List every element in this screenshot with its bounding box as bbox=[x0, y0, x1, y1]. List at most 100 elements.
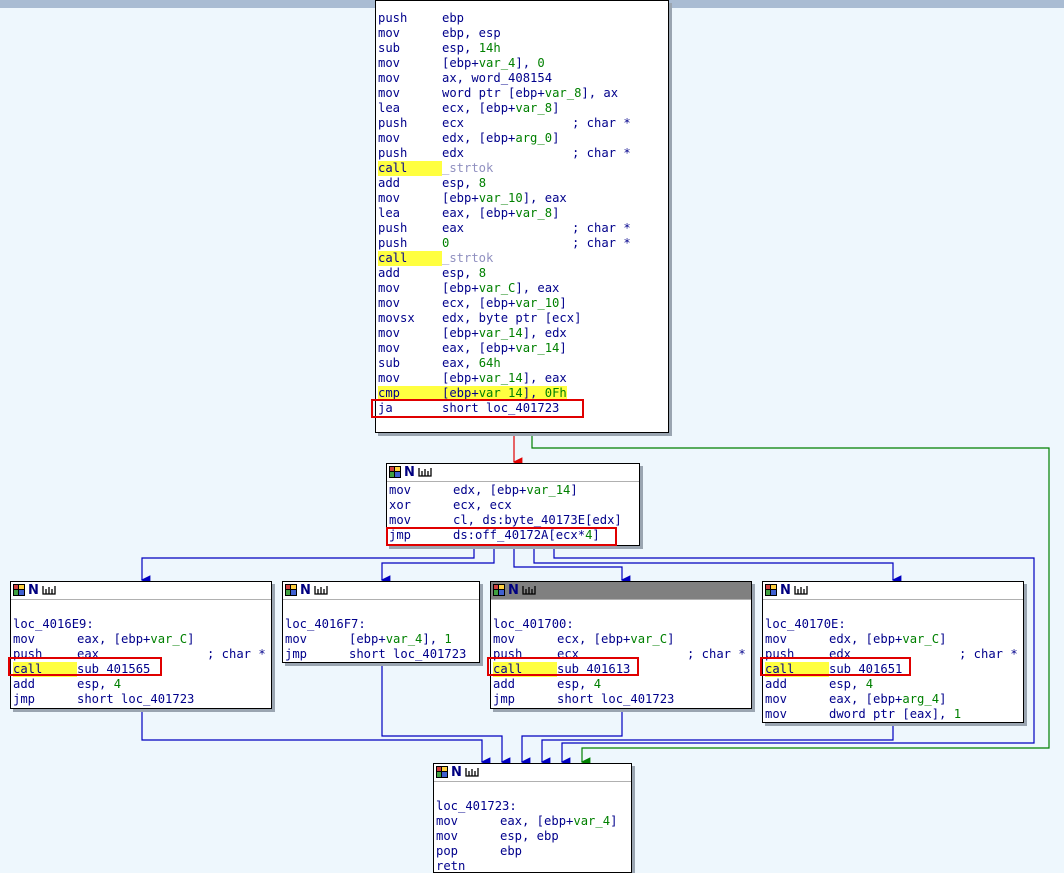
asm-line[interactable]: mov [ebp+var_10], eax bbox=[378, 191, 667, 206]
asm-mnemonic: sub bbox=[378, 41, 401, 55]
asm-line[interactable]: mov edx, [ebp+arg_0] bbox=[378, 131, 667, 146]
graph-overview-icon[interactable] bbox=[42, 584, 56, 596]
graph-node-color-icon[interactable] bbox=[389, 466, 401, 478]
asm-operand: [ebp+var_4], 1 bbox=[349, 632, 452, 646]
node-case1[interactable]: N loc_4016E9: mov eax, [ebp+var_C] push eax… bbox=[10, 581, 272, 709]
node-letter-icon[interactable]: N bbox=[508, 584, 520, 597]
asm-line[interactable]: mov ecx, [ebp+var_10] bbox=[378, 296, 667, 311]
asm-line[interactable]: sub esp, 14h bbox=[378, 41, 667, 56]
asm-line[interactable]: call _strtok bbox=[378, 161, 667, 176]
asm-line[interactable]: push edx ; char * bbox=[765, 647, 1022, 662]
asm-operand: edx, byte ptr [ecx] bbox=[442, 311, 582, 325]
node-dispatch-lines: mov edx, [ebp+var_14] xor ecx, ecx mov cl, ds… bbox=[389, 483, 638, 543]
graph-overview-icon[interactable] bbox=[522, 584, 536, 596]
asm-line[interactable]: call sub_401613 bbox=[493, 662, 750, 677]
asm-line[interactable]: mov [ebp+var_C], eax bbox=[378, 281, 667, 296]
asm-line[interactable]: xor ecx, ecx bbox=[389, 498, 638, 513]
asm-line[interactable]: jmp short loc_401723 bbox=[493, 692, 750, 707]
asm-line[interactable]: retn bbox=[436, 859, 630, 872]
asm-mnemonic: mov bbox=[13, 632, 36, 646]
asm-line[interactable]: mov dword ptr [eax], 1 bbox=[765, 707, 1022, 722]
asm-line[interactable]: jmp ds:off_40172A[ecx*4] bbox=[389, 528, 638, 543]
graph-overview-icon[interactable] bbox=[465, 766, 479, 778]
asm-line[interactable]: mov [ebp+var_14], edx bbox=[378, 326, 667, 341]
asm-operand: [ebp+var_14], edx bbox=[442, 326, 567, 340]
node-letter-icon[interactable]: N bbox=[300, 584, 312, 597]
asm-mnemonic: lea bbox=[378, 206, 401, 220]
asm-line[interactable]: add esp, 4 bbox=[765, 677, 1022, 692]
asm-line[interactable]: mov edx, [ebp+var_14] bbox=[389, 483, 638, 498]
node-case4-header: N bbox=[763, 582, 1023, 600]
asm-line[interactable]: mov eax, [ebp+arg_4] bbox=[765, 692, 1022, 707]
graph-node-color-icon[interactable] bbox=[765, 584, 777, 596]
asm-line[interactable]: mov [ebp+var_14], eax bbox=[378, 371, 667, 386]
node-case2[interactable]: N loc_4016F7: mov [ebp+var_4], 1 jmp short … bbox=[282, 581, 480, 663]
asm-line[interactable]: mov ax, word_408154 bbox=[378, 71, 667, 86]
asm-line[interactable]: push 0 ; char * bbox=[378, 236, 667, 251]
asm-line[interactable]: jmp short loc_401723 bbox=[13, 692, 270, 707]
asm-operand: ecx, [ebp+var_10] bbox=[442, 296, 567, 310]
node-dispatch-header: N bbox=[387, 464, 639, 482]
asm-line[interactable]: add esp, 4 bbox=[13, 677, 270, 692]
asm-line[interactable]: cmp [ebp+var_14], 0Fh bbox=[378, 386, 667, 401]
asm-line[interactable]: mov ecx, [ebp+var_C] bbox=[493, 632, 750, 647]
asm-line[interactable]: push eax ; char * bbox=[13, 647, 270, 662]
asm-line[interactable]: mov [ebp+var_4], 0 bbox=[378, 56, 667, 71]
asm-line[interactable]: mov ebp, esp bbox=[378, 26, 667, 41]
graph-node-color-icon[interactable] bbox=[13, 584, 25, 596]
graph-node-color-icon[interactable] bbox=[285, 584, 297, 596]
asm-line[interactable]: pop ebp bbox=[436, 844, 630, 859]
asm-mnemonic: add bbox=[13, 677, 36, 691]
asm-line[interactable]: mov word ptr [ebp+var_8], ax bbox=[378, 86, 667, 101]
node-case3[interactable]: N loc_401700: mov ecx, [ebp+var_C] push ecx… bbox=[490, 581, 752, 709]
node-entry[interactable]: push ebp mov ebp, esp sub esp, 14h mov [ebp+var… bbox=[375, 0, 669, 433]
asm-line[interactable]: sub eax, 64h bbox=[378, 356, 667, 371]
graph-overview-icon[interactable] bbox=[418, 466, 432, 478]
node-exit[interactable]: N loc_401723: mov eax, [ebp+var_4] mov esp,… bbox=[433, 763, 632, 873]
graph-node-color-icon[interactable] bbox=[436, 766, 448, 778]
asm-mnemonic: jmp bbox=[389, 528, 412, 542]
asm-line[interactable]: lea ecx, [ebp+var_8] bbox=[378, 101, 667, 116]
asm-line[interactable]: mov edx, [ebp+var_C] bbox=[765, 632, 1022, 647]
asm-mnemonic: push bbox=[378, 236, 408, 250]
asm-line[interactable]: mov eax, [ebp+var_14] bbox=[378, 341, 667, 356]
node-letter-icon[interactable]: N bbox=[780, 584, 792, 597]
node-case4[interactable]: N loc_40170E: mov edx, [ebp+var_C] push edx… bbox=[762, 581, 1024, 723]
asm-line[interactable]: call sub_401651 bbox=[765, 662, 1022, 677]
asm-line[interactable]: add esp, 4 bbox=[493, 677, 750, 692]
node-case3-body: loc_401700: mov ecx, [ebp+var_C] push ecx ; … bbox=[491, 600, 751, 707]
node-dispatch[interactable]: N mov edx, [ebp+var_14] xor ecx, ecx mov cl, … bbox=[386, 463, 640, 546]
asm-comment: ; char * bbox=[959, 647, 1018, 661]
asm-line[interactable]: push edx ; char * bbox=[378, 146, 667, 161]
graph-overview-icon[interactable] bbox=[314, 584, 328, 596]
asm-line[interactable]: call sub_401565 bbox=[13, 662, 270, 677]
asm-mnemonic: xor bbox=[389, 498, 412, 512]
node-letter-icon[interactable]: N bbox=[451, 766, 463, 779]
node-letter-icon[interactable]: N bbox=[28, 584, 40, 597]
asm-comment: ; char * bbox=[207, 647, 266, 661]
asm-line[interactable]: mov eax, [ebp+var_4] bbox=[436, 814, 630, 829]
node-case1-body: loc_4016E9: mov eax, [ebp+var_C] push eax ; … bbox=[11, 600, 271, 707]
asm-line[interactable]: push ecx ; char * bbox=[378, 116, 667, 131]
asm-mnemonic: push bbox=[378, 116, 408, 130]
asm-line[interactable]: movsx edx, byte ptr [ecx] bbox=[378, 311, 667, 326]
asm-line[interactable]: mov esp, ebp bbox=[436, 829, 630, 844]
asm-line[interactable]: mov [ebp+var_4], 1 bbox=[285, 632, 478, 647]
asm-mnemonic: jmp bbox=[285, 647, 308, 661]
asm-line[interactable]: push eax ; char * bbox=[378, 221, 667, 236]
node-case1-header: N bbox=[11, 582, 271, 600]
graph-node-color-icon[interactable] bbox=[493, 584, 505, 596]
node-letter-icon[interactable]: N bbox=[404, 466, 416, 479]
asm-line[interactable]: ja short loc_401723 bbox=[378, 401, 667, 416]
graph-overview-icon[interactable] bbox=[794, 584, 808, 596]
asm-line[interactable]: mov cl, ds:byte_40173E[edx] bbox=[389, 513, 638, 528]
asm-line[interactable]: mov eax, [ebp+var_C] bbox=[13, 632, 270, 647]
asm-line[interactable]: push ebp bbox=[378, 11, 667, 26]
asm-line[interactable]: add esp, 8 bbox=[378, 266, 667, 281]
asm-line[interactable]: add esp, 8 bbox=[378, 176, 667, 191]
asm-line[interactable]: call _strtok bbox=[378, 251, 667, 266]
asm-line[interactable]: jmp short loc_401723 bbox=[285, 647, 478, 662]
asm-line[interactable]: lea eax, [ebp+var_8] bbox=[378, 206, 667, 221]
asm-mnemonic: sub bbox=[378, 356, 401, 370]
asm-line[interactable]: push ecx ; char * bbox=[493, 647, 750, 662]
